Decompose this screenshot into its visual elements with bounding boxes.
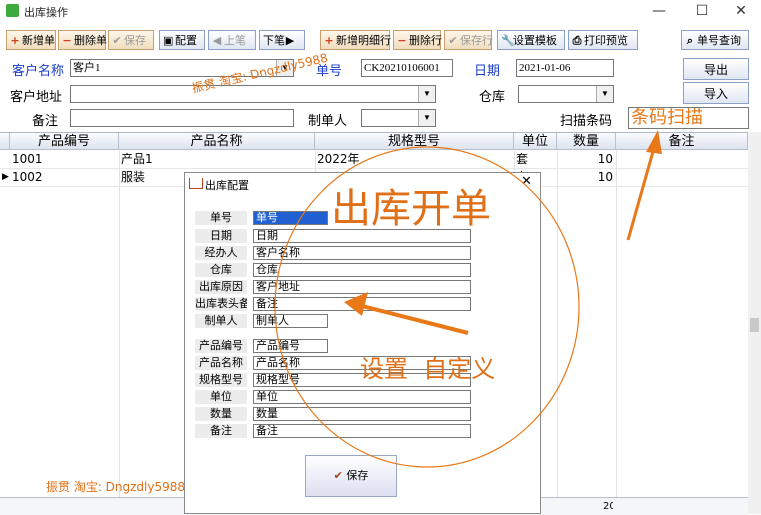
arrowhead-icon [344,292,368,316]
annotation-custom: 设置 自定义 [360,355,496,383]
annotation-overlay [274,130,662,468]
annotation-big: 出库开单 [331,186,491,232]
annotation-arrow [626,147,656,241]
annotation-arrow [361,304,469,335]
arrowhead-icon [646,130,662,154]
